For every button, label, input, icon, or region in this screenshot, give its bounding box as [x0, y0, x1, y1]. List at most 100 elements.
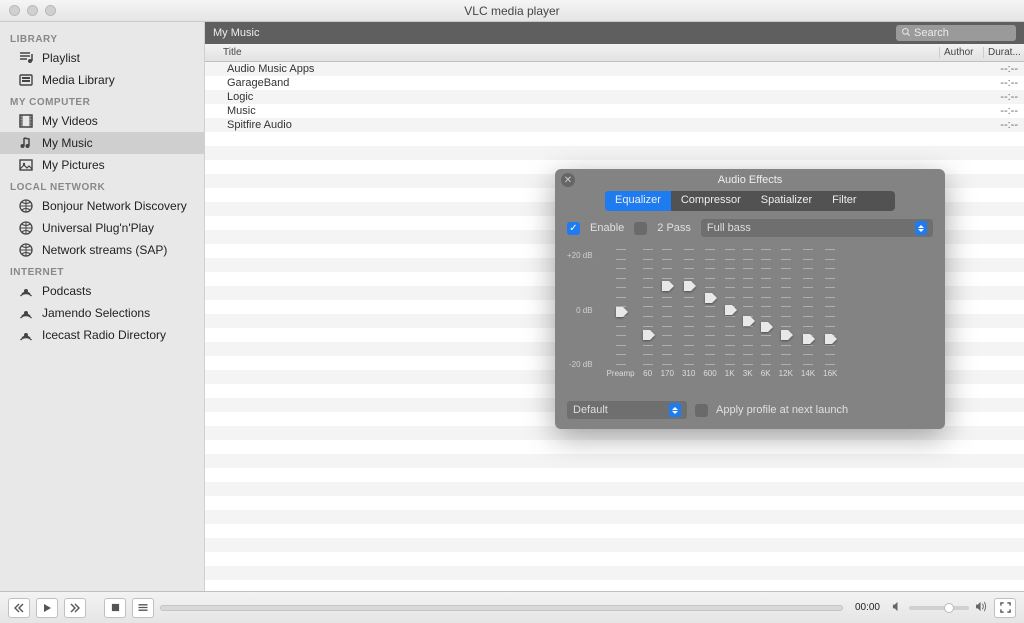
tab-filter[interactable]: Filter [822, 191, 866, 211]
globe-icon [18, 242, 34, 258]
eq-band-6k[interactable]: 6K [761, 249, 771, 389]
close-icon[interactable]: ✕ [561, 173, 575, 187]
table-row [205, 132, 1024, 146]
table-row [205, 566, 1024, 580]
eq-band-preamp[interactable]: Preamp [607, 249, 635, 389]
eq-band-16k[interactable]: 16K [823, 249, 837, 389]
sidebar-group: LIBRARY [0, 28, 204, 47]
volume-slider[interactable] [909, 606, 969, 610]
tab-compressor[interactable]: Compressor [671, 191, 751, 211]
sidebar-item-label: Playlist [42, 51, 80, 65]
volume-low-icon [892, 601, 903, 615]
search-icon [901, 27, 911, 40]
table-row[interactable]: Music--:-- [205, 104, 1024, 118]
sidebar-item-label: My Videos [42, 114, 98, 128]
preset-dropdown[interactable]: Full bass [701, 219, 933, 237]
window-title: VLC media player [0, 4, 1024, 18]
sidebar-item-label: Jamendo Selections [42, 306, 150, 320]
table-row [205, 482, 1024, 496]
profile-dropdown[interactable]: Default [567, 401, 687, 419]
sidebar-item-my-music[interactable]: My Music [0, 132, 204, 154]
table-row[interactable]: Audio Music Apps--:-- [205, 62, 1024, 76]
sidebar-item-label: My Pictures [42, 158, 105, 172]
sidebar-group: MY COMPUTER [0, 91, 204, 110]
sidebar-item-playlist[interactable]: Playlist [0, 47, 204, 69]
film-icon [18, 113, 34, 129]
podcast-icon [18, 283, 34, 299]
podcast-icon [18, 305, 34, 321]
playlist-button[interactable] [132, 598, 154, 618]
table-row[interactable]: Spitfire Audio--:-- [205, 118, 1024, 132]
eq-band-14k[interactable]: 14K [801, 249, 815, 389]
sidebar-item-label: Icecast Radio Directory [42, 328, 166, 342]
chevron-updown-icon [669, 403, 681, 417]
table-row[interactable]: Logic--:-- [205, 90, 1024, 104]
prev-button[interactable] [8, 598, 30, 618]
table-row [205, 146, 1024, 160]
tab-spatializer[interactable]: Spatializer [751, 191, 822, 211]
sidebar-item-label: Universal Plug'n'Play [42, 221, 154, 235]
eq-band-170[interactable]: 170 [661, 249, 674, 389]
eq-band-1k[interactable]: 1K [725, 249, 735, 389]
table-row [205, 496, 1024, 510]
sidebar-item-jamendo-selections[interactable]: Jamendo Selections [0, 302, 204, 324]
sidebar-group: INTERNET [0, 261, 204, 280]
enable-label: Enable [590, 222, 624, 234]
table-row [205, 524, 1024, 538]
sidebar-item-my-videos[interactable]: My Videos [0, 110, 204, 132]
twopass-checkbox[interactable] [634, 222, 647, 235]
music-icon [18, 135, 34, 151]
sidebar-item-bonjour-network-discovery[interactable]: Bonjour Network Discovery [0, 195, 204, 217]
globe-icon [18, 198, 34, 214]
table-row [205, 538, 1024, 552]
sidebar-item-label: Podcasts [42, 284, 91, 298]
table-row [205, 440, 1024, 454]
sidebar-item-podcasts[interactable]: Podcasts [0, 280, 204, 302]
eq-band-3k[interactable]: 3K [743, 249, 753, 389]
picture-icon [18, 157, 34, 173]
stop-button[interactable] [104, 598, 126, 618]
volume-high-icon [975, 601, 988, 615]
search-input[interactable]: Search [896, 25, 1016, 41]
sidebar-item-universal-plug-n-play[interactable]: Universal Plug'n'Play [0, 217, 204, 239]
play-button[interactable] [36, 598, 58, 618]
column-author[interactable]: Author [940, 47, 984, 58]
window-titlebar: VLC media player [0, 0, 1024, 22]
table-header: Title Author Durat... [205, 44, 1024, 62]
table-row [205, 454, 1024, 468]
tab-equalizer[interactable]: Equalizer [605, 191, 671, 211]
podcast-icon [18, 327, 34, 343]
sidebar-item-label: Network streams (SAP) [42, 243, 167, 257]
panel-title: Audio Effects [555, 174, 945, 186]
sidebar: LIBRARY Playlist Media LibraryMY COMPUTER M… [0, 22, 205, 591]
sidebar-item-network-streams-sap-[interactable]: Network streams (SAP) [0, 239, 204, 261]
sidebar-item-media-library[interactable]: Media Library [0, 69, 204, 91]
globe-icon [18, 220, 34, 236]
column-title[interactable]: Title [205, 47, 940, 58]
audio-effects-tabs: EqualizerCompressorSpatializerFilter [605, 191, 895, 211]
time-display: 00:00 [849, 602, 886, 613]
apply-profile-label: Apply profile at next launch [716, 404, 848, 416]
sidebar-item-label: My Music [42, 136, 93, 150]
twopass-label: 2 Pass [657, 222, 691, 234]
fullscreen-button[interactable] [994, 598, 1016, 618]
eq-band-12k[interactable]: 12K [779, 249, 793, 389]
sidebar-item-my-pictures[interactable]: My Pictures [0, 154, 204, 176]
eq-band-310[interactable]: 310 [682, 249, 695, 389]
table-row [205, 510, 1024, 524]
progress-bar[interactable] [160, 605, 843, 611]
enable-checkbox[interactable]: ✓ [567, 222, 580, 235]
eq-band-60[interactable]: 60 [643, 249, 653, 389]
sidebar-item-icecast-radio-directory[interactable]: Icecast Radio Directory [0, 324, 204, 346]
apply-profile-checkbox[interactable] [695, 404, 708, 417]
table-row [205, 468, 1024, 482]
column-duration[interactable]: Durat... [984, 47, 1024, 58]
eq-band-600[interactable]: 600 [703, 249, 716, 389]
media-icon [18, 72, 34, 88]
audio-effects-panel: ✕ Audio Effects EqualizerCompressorSpati… [555, 169, 945, 429]
sidebar-item-label: Bonjour Network Discovery [42, 199, 187, 213]
player-bar: 00:00 [0, 591, 1024, 623]
chevron-updown-icon [915, 221, 927, 235]
next-button[interactable] [64, 598, 86, 618]
table-row[interactable]: GarageBand--:-- [205, 76, 1024, 90]
